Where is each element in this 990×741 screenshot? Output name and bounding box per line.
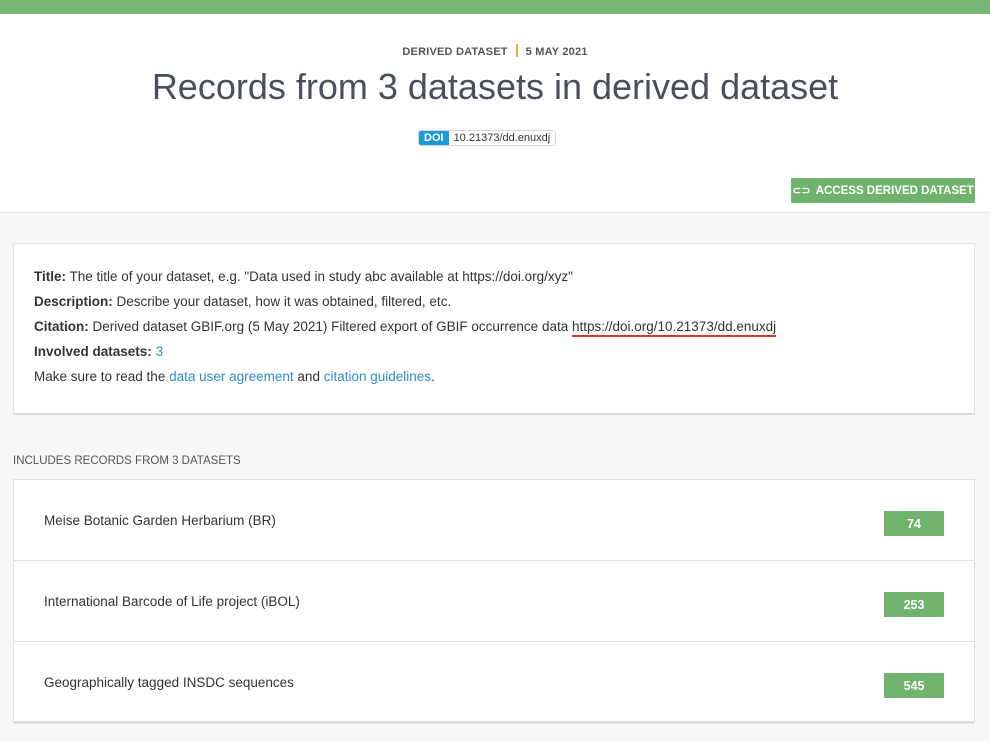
dataset-name[interactable]: Geographically tagged INSDC sequences [44,675,294,690]
doi-label: DOI [419,131,449,145]
info-involved-line: Involved datasets: 3 [34,339,954,364]
page-header: DERIVED DATASET 5 MAY 2021 Records from 3… [0,14,990,213]
agreement-prefix: Make sure to read the [34,369,170,384]
record-count-badge: 253 [884,592,944,617]
dataset-list: Meise Botanic Garden Herbarium (BR) 74 I… [13,479,975,724]
page-title: Records from 3 datasets in derived datas… [151,66,839,107]
datasets-section-label: INCLUDES RECORDS FROM 3 DATASETS [13,455,241,467]
dataset-info-card: Title: The title of your dataset, e.g. "… [13,243,975,415]
info-agreement-line: Make sure to read the data user agreemen… [34,364,954,389]
info-title-line: Title: The title of your dataset, e.g. "… [34,264,954,289]
description-label: Description: [34,294,113,309]
kicker-date: 5 MAY 2021 [525,46,588,58]
dataset-name[interactable]: International Barcode of Life project (i… [44,594,300,609]
list-item[interactable]: Geographically tagged INSDC sequences 54… [14,642,974,723]
dataset-name[interactable]: Meise Botanic Garden Herbarium (BR) [44,513,276,528]
kicker-type: DERIVED DATASET [402,46,508,58]
involved-label: Involved datasets: [34,344,152,359]
agreement-suffix: . [431,369,435,384]
top-brand-bar [0,0,990,14]
agreement-and: and [293,369,324,384]
citation-label: Citation: [34,319,89,334]
list-item[interactable]: International Barcode of Life project (i… [14,561,974,642]
info-citation-line: Citation: Derived dataset GBIF.org (5 Ma… [34,314,954,339]
doi-value: 10.21373/dd.enuxdj [448,131,556,145]
title-value: The title of your dataset, e.g. "Data us… [66,269,573,284]
page-kicker: DERIVED DATASET 5 MAY 2021 [0,44,990,58]
info-description-line: Description: Describe your dataset, how … [34,289,954,314]
list-item[interactable]: Meise Botanic Garden Herbarium (BR) 74 [14,480,974,561]
link-icon: ⊂⊃ [792,185,811,197]
involved-datasets-link[interactable]: 3 [156,344,164,359]
data-user-agreement-link[interactable]: data user agreement [169,369,294,384]
title-label: Title: [34,269,67,284]
kicker-separator [515,44,518,57]
description-value: Describe your dataset, how it was obtain… [112,294,452,309]
citation-guidelines-link[interactable]: citation guidelines [324,369,431,384]
record-count-badge: 74 [884,511,944,536]
doi-badge[interactable]: DOI 10.21373/dd.enuxdj [418,130,557,146]
citation-doi-link[interactable]: https://doi.org/10.21373/dd.enuxdj [571,319,777,337]
citation-value: Derived dataset GBIF.org (5 May 2021) Fi… [88,319,572,334]
record-count-badge: 545 [884,673,944,698]
access-derived-dataset-button[interactable]: ⊂⊃ ACCESS DERIVED DATASET [791,178,975,203]
access-button-label: ACCESS DERIVED DATASET [815,184,974,197]
